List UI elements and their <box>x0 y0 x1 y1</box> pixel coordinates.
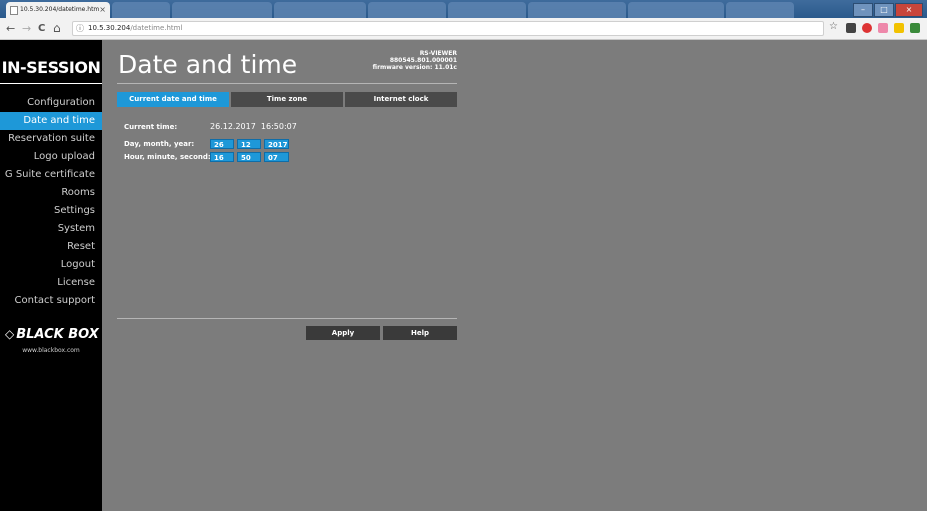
tab-time-zone[interactable]: Time zone <box>231 92 343 107</box>
browser-tab[interactable] <box>726 2 794 18</box>
sidebar-item-contact-support[interactable]: Contact support <box>0 292 102 310</box>
blackbox-diamond-icon: ◇ <box>5 327 15 341</box>
month-input[interactable]: 12 <box>237 139 261 149</box>
tab-current-date-and-time[interactable]: Current date and time <box>117 92 229 107</box>
sidebar-item-reservation-suite[interactable]: Reservation suite <box>0 130 102 148</box>
browser-tab[interactable] <box>112 2 170 18</box>
close-window-button[interactable]: × <box>895 3 923 17</box>
sidebar-item-rooms[interactable]: Rooms <box>0 184 102 202</box>
window-controls: – □ × <box>852 2 923 17</box>
blackbox-url: www.blackbox.com <box>22 347 80 354</box>
bookmark-star-icon[interactable]: ☆ <box>829 21 838 32</box>
sidebar-item-reset[interactable]: Reset <box>0 238 102 256</box>
footer-divider <box>117 318 457 319</box>
current-time-value: 26.12.2017 16:50:07 <box>210 122 297 131</box>
sidebar-item-system[interactable]: System <box>0 220 102 238</box>
browser-tab[interactable] <box>368 2 446 18</box>
browser-tab-title: 10.5.30.204/datetime.htm <box>20 6 100 13</box>
hour-input[interactable]: 16 <box>210 152 234 162</box>
brand-divider <box>0 83 102 84</box>
apply-button[interactable]: Apply <box>306 326 380 340</box>
sidebar-item-logout[interactable]: Logout <box>0 256 102 274</box>
browser-tab[interactable] <box>172 2 272 18</box>
second-input[interactable]: 07 <box>264 152 289 162</box>
device-info: RS-VIEWER 880545.801.000001 firmware ver… <box>373 50 457 71</box>
sidebar-item-date-and-time[interactable]: Date and time <box>0 112 102 130</box>
brand-logo: IN-SESSION <box>1 58 101 77</box>
address-bar[interactable]: ⓘ 10.5.30.204/datetime.html <box>72 21 824 36</box>
year-input[interactable]: 2017 <box>264 139 289 149</box>
sidebar-nav: Configuration Date and time Reservation … <box>0 94 102 310</box>
maximize-button[interactable]: □ <box>874 3 894 17</box>
current-time-label: Current time: <box>124 123 178 131</box>
browser-toolbar: ← → C ⌂ ⓘ 10.5.30.204/datetime.html ☆ <box>0 18 927 40</box>
tab-close-icon[interactable]: × <box>99 2 106 18</box>
day-input[interactable]: 26 <box>210 139 234 149</box>
extension-icon[interactable] <box>910 23 920 33</box>
blackbox-logo: ◇ BLACK BOX <box>5 327 100 342</box>
extension-icon[interactable] <box>878 23 888 33</box>
url-path: /datetime.html <box>130 24 183 32</box>
minimize-button[interactable]: – <box>853 3 873 17</box>
reload-icon[interactable]: C <box>38 22 45 35</box>
firmware-version: firmware version: 11.01c <box>372 64 457 71</box>
sidebar-item-configuration[interactable]: Configuration <box>0 94 102 112</box>
device-serial: 880545.801.000001 <box>389 57 457 64</box>
home-icon[interactable]: ⌂ <box>53 22 61 35</box>
browser-tab[interactable] <box>528 2 626 18</box>
forward-arrow-icon[interactable]: → <box>22 22 31 35</box>
extension-icon[interactable] <box>862 23 872 33</box>
device-model: RS-VIEWER <box>419 50 457 57</box>
date-label: Day, month, year: <box>124 140 195 148</box>
blackbox-logo-text: BLACK BOX <box>16 327 99 342</box>
page-icon <box>10 6 18 15</box>
sidebar-item-settings[interactable]: Settings <box>0 202 102 220</box>
page-title: Date and time <box>118 50 298 79</box>
browser-tab[interactable] <box>274 2 366 18</box>
sidebar-item-g-suite-certificate[interactable]: G Suite certificate <box>0 166 102 184</box>
sidebar-item-license[interactable]: License <box>0 274 102 292</box>
sidebar-item-logo-upload[interactable]: Logo upload <box>0 148 102 166</box>
back-arrow-icon[interactable]: ← <box>6 22 15 35</box>
help-button[interactable]: Help <box>383 326 457 340</box>
extension-icon[interactable] <box>894 23 904 33</box>
tab-bar: Current date and time Time zone Internet… <box>117 92 457 107</box>
extension-icon[interactable] <box>846 23 856 33</box>
browser-tab[interactable] <box>448 2 526 18</box>
sidebar: IN-SESSION Configuration Date and time R… <box>0 40 102 511</box>
browser-tab[interactable] <box>628 2 724 18</box>
tab-internet-clock[interactable]: Internet clock <box>345 92 457 107</box>
time-label: Hour, minute, second: <box>124 153 211 161</box>
info-icon[interactable]: ⓘ <box>76 22 84 35</box>
minute-input[interactable]: 50 <box>237 152 261 162</box>
browser-tab-active[interactable]: 10.5.30.204/datetime.htm × <box>6 2 110 18</box>
browser-titlebar: 10.5.30.204/datetime.htm × – □ × <box>0 0 927 18</box>
url-host: 10.5.30.204 <box>88 24 131 32</box>
title-divider <box>117 83 457 84</box>
